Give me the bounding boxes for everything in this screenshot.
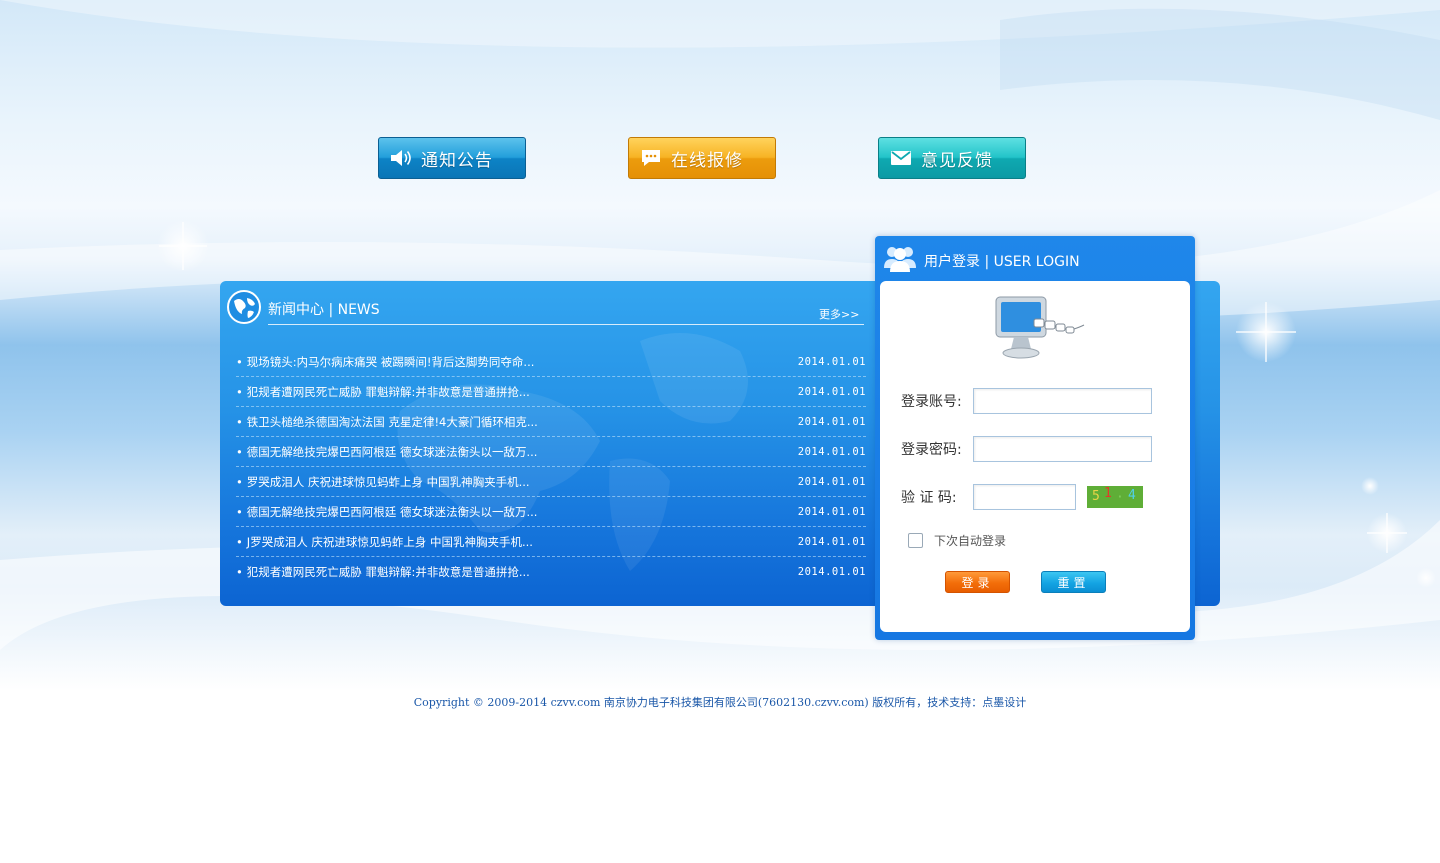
remember-checkbox[interactable] (908, 533, 923, 548)
news-list: • 现场镜头:内马尔病床痛哭 被踢瞬间!背后这脚势同夺命... 2014.01.01… (236, 347, 866, 587)
bullet-icon: • (236, 444, 243, 459)
news-item-title[interactable]: 德国无解绝技完爆巴西阿根廷 德女球迷法衡头以一敌万... (247, 445, 538, 459)
footer-copyright: Copyright © 2009-2014 czvv.com 南京协力电子科技集… (413, 696, 1027, 709)
news-item-date: 2014.01.01 (797, 415, 866, 428)
news-more-link[interactable]: 更多>> (819, 306, 859, 322)
news-item[interactable]: • 罗哭成泪人 庆祝进球惊见蚂蚱上身 中国乳神胸夹手机... 2014.01.01 (236, 467, 866, 497)
account-row: 登录账号: (901, 388, 1152, 414)
news-item-date: 2014.01.01 (797, 445, 866, 458)
remember-row: 下次自动登录 (908, 532, 1006, 549)
feedback-button-label: 意见反馈 (921, 150, 993, 171)
news-item-title[interactable]: J罗哭成泪人 庆祝进球惊见蚂蚱上身 中国乳神胸夹手机... (247, 535, 533, 549)
news-item[interactable]: • 犯规者遭网民死亡威胁 罪魁辩解:并非故意是普通拼抢... 2014.01.01 (236, 377, 866, 407)
news-item[interactable]: • J罗哭成泪人 庆祝进球惊见蚂蚱上身 中国乳神胸夹手机... 2014.01.01 (236, 527, 866, 557)
reset-button[interactable]: 重置 (1041, 571, 1106, 593)
news-item[interactable]: • 铁卫头槌绝杀德国淘汰法国 克星定律!4大豪门循环相克... 2014.01.01 (236, 407, 866, 437)
news-item-date: 2014.01.01 (797, 535, 866, 548)
captcha-char: · (1116, 490, 1124, 505)
notice-button-label: 通知公告 (421, 150, 493, 171)
news-item-title[interactable]: 犯规者遭网民死亡威胁 罪魁辩解:并非故意是普通拼抢... (247, 565, 530, 579)
chat-bubble-icon (639, 146, 663, 170)
news-title: 新闻中心 | NEWS (268, 302, 380, 318)
news-item[interactable]: • 德国无解绝技完爆巴西阿根廷 德女球迷法衡头以一敌万... 2014.01.01 (236, 497, 866, 527)
bullet-icon: • (236, 565, 243, 579)
news-item-title[interactable]: 现场镜头:内马尔病床痛哭 被踢瞬间!背后这脚势同夺命... (247, 355, 535, 369)
news-item-date: 2014.01.01 (797, 475, 866, 488)
news-item-title[interactable]: 犯规者遭网民死亡威胁 罪魁辩解:并非故意是普通拼抢... (247, 385, 530, 399)
captcha-char: 5 (1092, 489, 1100, 504)
password-row: 登录密码: (901, 436, 1152, 462)
captcha-image[interactable]: 5 1 · 4 (1087, 486, 1143, 508)
speaker-icon (389, 146, 413, 170)
news-item-title[interactable]: 德国无解绝技完爆巴西阿根廷 德女球迷法衡头以一敌万... (247, 505, 538, 519)
news-item-date: 2014.01.01 (797, 385, 866, 398)
bullet-icon: • (236, 504, 243, 519)
bullet-icon: • (236, 534, 243, 549)
notice-button[interactable]: 通知公告 (378, 137, 526, 179)
news-item-date: 2014.01.01 (797, 355, 866, 368)
online-repair-button[interactable]: 在线报修 (628, 137, 776, 179)
news-item-date: 2014.01.01 (797, 566, 866, 578)
captcha-input[interactable] (973, 484, 1076, 510)
news-item[interactable]: • 现场镜头:内马尔病床痛哭 被踢瞬间!背后这脚势同夺命... 2014.01.01 (236, 347, 866, 377)
login-button[interactable]: 登录 (945, 571, 1010, 593)
captcha-row: 验 证 码: 5 1 · 4 (901, 484, 1143, 510)
users-icon (883, 242, 917, 278)
bullet-icon: • (236, 354, 243, 369)
computer-monitor-icon (990, 291, 1090, 367)
login-form: 登录账号: 登录密码: 验 证 码: 5 1 · 4 下次自动登录 登录 重置 (880, 281, 1190, 632)
bullet-icon: • (236, 414, 243, 429)
account-input[interactable] (973, 388, 1152, 414)
login-header: 用户登录 | USER LOGIN (875, 236, 1195, 282)
online-repair-button-label: 在线报修 (671, 150, 743, 171)
news-header: 新闻中心 | NEWS 更多>> (220, 281, 872, 327)
globe-icon (226, 289, 262, 329)
password-label: 登录密码: (901, 442, 962, 458)
login-title: 用户登录 | USER LOGIN (924, 254, 1080, 270)
news-item-title[interactable]: 罗哭成泪人 庆祝进球惊见蚂蚱上身 中国乳神胸夹手机... (247, 475, 530, 489)
remember-label: 下次自动登录 (934, 534, 1007, 548)
captcha-char: 4 (1128, 488, 1136, 503)
news-header-divider (268, 324, 864, 325)
password-input[interactable] (973, 436, 1152, 462)
bullet-icon: • (236, 384, 243, 399)
account-label: 登录账号: (901, 394, 962, 410)
feedback-button[interactable]: 意见反馈 (878, 137, 1026, 179)
captcha-label: 验 证 码: (901, 490, 957, 506)
news-item-title[interactable]: 铁卫头槌绝杀德国淘汰法国 克星定律!4大豪门循环相克... (247, 415, 538, 429)
news-item[interactable]: • 德国无解绝技完爆巴西阿根廷 德女球迷法衡头以一敌万... 2014.01.01 (236, 437, 866, 467)
news-item[interactable]: • 犯规者遭网民死亡威胁 罪魁辩解:并非故意是普通拼抢... 2014.01.01 (236, 557, 866, 587)
envelope-icon (889, 146, 913, 170)
news-item-date: 2014.01.01 (797, 505, 866, 518)
login-panel: 用户登录 | USER LOGIN 登录账号: 登录密码: 验 证 码: 5 1… (875, 236, 1195, 640)
captcha-char: 1 (1104, 486, 1112, 501)
bullet-icon: • (236, 474, 243, 489)
